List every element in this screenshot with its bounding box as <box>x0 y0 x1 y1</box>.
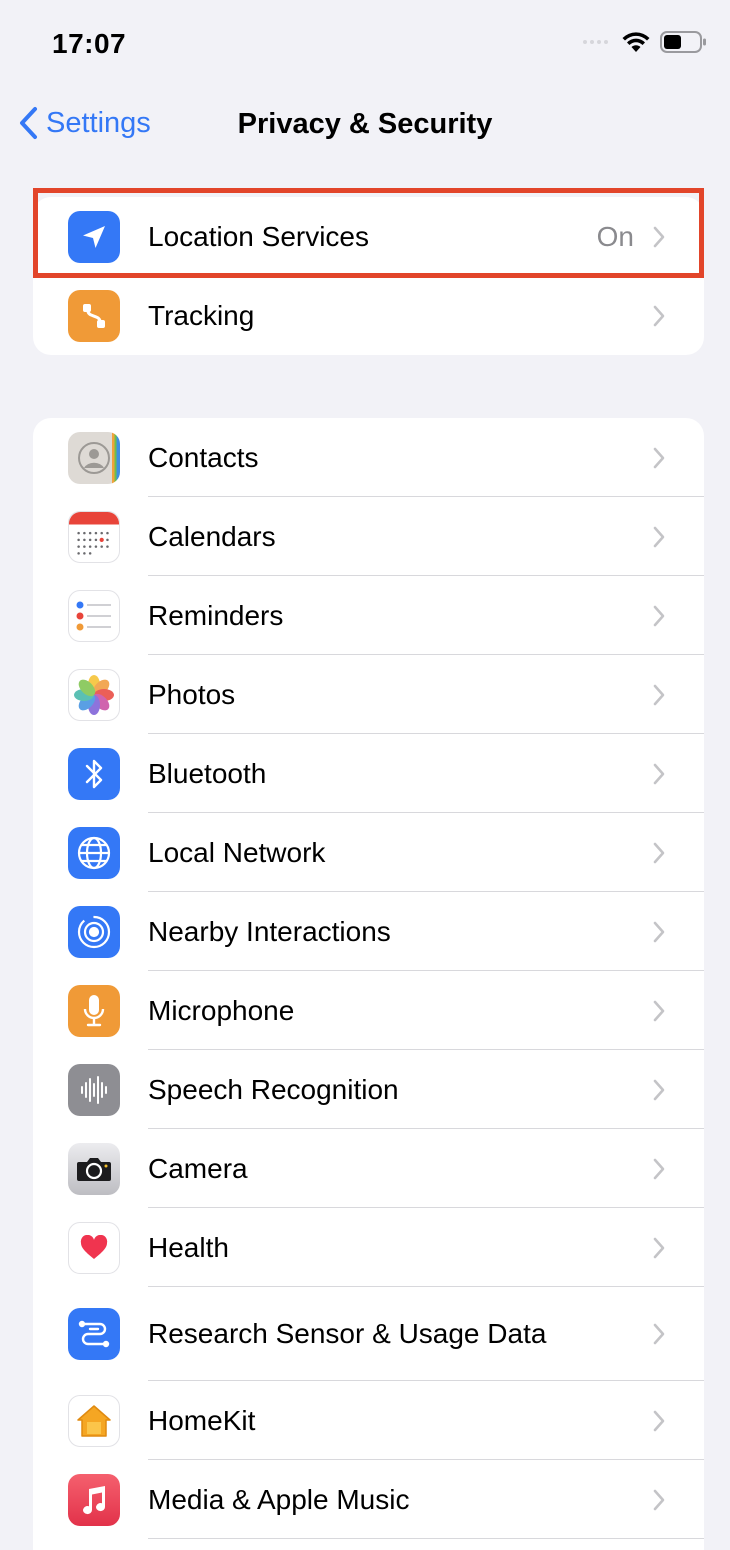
row-label: HomeKit <box>148 1404 256 1436</box>
reminders-row[interactable]: Reminders <box>33 576 704 655</box>
chevron-right-icon <box>653 1000 665 1021</box>
chevron-right-icon <box>653 605 665 626</box>
camera-icon <box>68 1142 120 1195</box>
tracking-row[interactable]: Tracking <box>33 276 704 355</box>
chevron-right-icon <box>653 1158 665 1179</box>
row-label: Camera <box>148 1152 248 1184</box>
waveform-icon <box>68 1063 120 1116</box>
bluetooth-icon <box>68 747 120 800</box>
page-title: Privacy & Security <box>237 108 493 140</box>
contacts-row[interactable]: Contacts <box>33 418 704 497</box>
chevron-right-icon <box>653 447 665 468</box>
music-note-icon <box>68 1473 120 1526</box>
microphone-row[interactable]: Microphone <box>33 971 704 1050</box>
chevron-right-icon <box>653 921 665 942</box>
row-label: Tracking <box>148 299 255 331</box>
bluetooth-row[interactable]: Bluetooth <box>33 734 704 813</box>
status-bar: 17:07 <box>0 0 730 90</box>
chevron-right-icon <box>653 305 665 326</box>
photos-row[interactable]: Photos <box>33 655 704 734</box>
contacts-icon <box>68 431 120 484</box>
homekit-row[interactable]: HomeKit <box>33 1381 704 1460</box>
cellular-signal-icon <box>583 40 608 44</box>
health-row[interactable]: Health <box>33 1208 704 1287</box>
media-apple-music-row[interactable]: Media & Apple Music <box>33 1460 704 1539</box>
heart-icon <box>68 1221 120 1274</box>
chevron-right-icon <box>653 842 665 863</box>
row-label: Health <box>148 1231 229 1263</box>
chevron-right-icon <box>653 684 665 705</box>
row-label: Local Network <box>148 836 326 868</box>
location-tracking-group: Location Services On Tracking <box>33 197 704 355</box>
row-label: Microphone <box>148 994 295 1026</box>
calendars-row[interactable]: Calendars <box>33 497 704 576</box>
camera-row[interactable]: Camera <box>33 1129 704 1208</box>
chevron-right-icon <box>653 526 665 547</box>
tracking-icon <box>68 289 120 342</box>
nearby-interactions-row[interactable]: Nearby Interactions <box>33 892 704 971</box>
chevron-right-icon <box>653 226 665 247</box>
chevron-right-icon <box>653 1323 665 1345</box>
status-time: 17:07 <box>52 28 127 59</box>
row-separator <box>148 1538 704 1539</box>
speech-recognition-row[interactable]: Speech Recognition <box>33 1050 704 1129</box>
row-label: Calendars <box>148 520 276 552</box>
row-label: Photos <box>148 678 236 710</box>
chevron-right-icon <box>653 1237 665 1258</box>
row-label: Bluetooth <box>148 757 267 789</box>
microphone-icon <box>68 984 120 1037</box>
row-value: On <box>596 220 634 252</box>
photos-icon <box>68 668 120 721</box>
chevron-right-icon <box>653 1410 665 1431</box>
row-label: Research Sensor & Usage Data <box>148 1318 547 1349</box>
nearby-icon <box>68 905 120 958</box>
privacy-permissions-group: Contacts Calendars Reminders Photos Blue… <box>33 418 704 1550</box>
row-label: Contacts <box>148 441 259 473</box>
row-label: Media & Apple Music <box>148 1483 410 1515</box>
research-sensor-row[interactable]: Research Sensor & Usage Data <box>33 1287 704 1381</box>
navigation-bar: Settings Privacy & Security <box>0 90 730 166</box>
wifi-icon <box>622 32 650 52</box>
local-network-row[interactable]: Local Network <box>33 813 704 892</box>
calendar-icon <box>68 510 120 563</box>
chevron-right-icon <box>653 1489 665 1510</box>
location-arrow-icon <box>68 210 120 263</box>
globe-icon <box>68 826 120 879</box>
research-icon <box>68 1308 120 1360</box>
row-label: Location Services <box>148 220 370 252</box>
home-icon <box>68 1394 120 1447</box>
row-label: Speech Recognition <box>148 1073 399 1105</box>
chevron-right-icon <box>653 763 665 784</box>
row-label: Reminders <box>148 599 284 631</box>
battery-icon <box>660 31 706 53</box>
chevron-right-icon <box>653 1079 665 1100</box>
reminders-icon <box>68 589 120 642</box>
row-label: Nearby Interactions <box>148 915 391 947</box>
status-icons <box>583 30 708 54</box>
location-services-row[interactable]: Location Services On <box>33 197 704 276</box>
